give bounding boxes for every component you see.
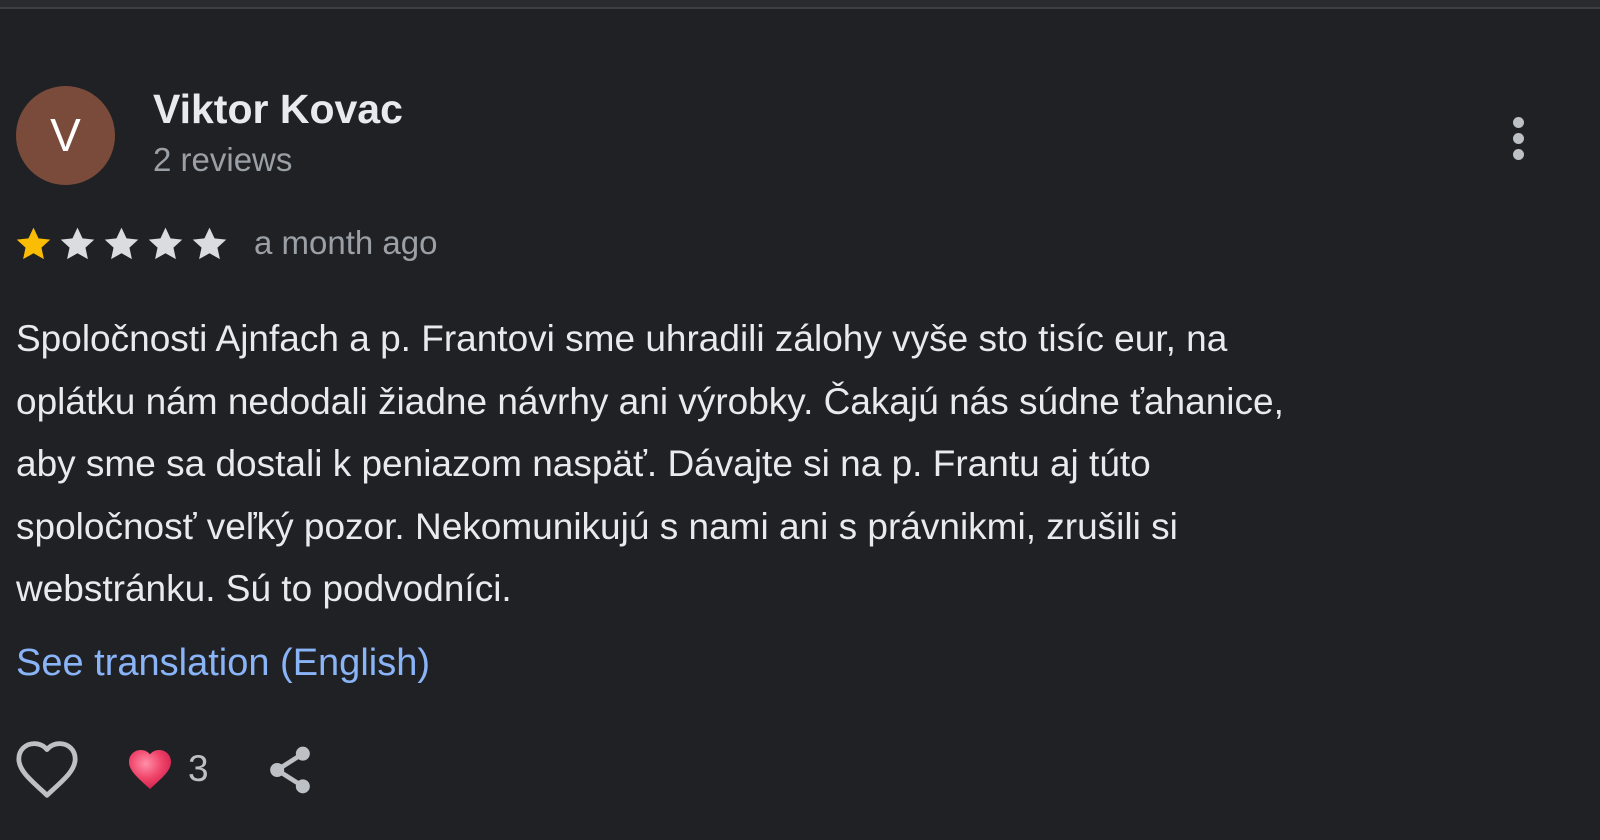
reaction-summary[interactable]: 3 [126,746,209,792]
star-empty-icon [104,227,139,260]
more-vert-icon [1512,116,1524,128]
star-empty-icon [148,227,183,260]
star-rating [14,225,229,265]
star-empty-icon [192,227,227,260]
review-date: a month ago [254,224,438,261]
review-count[interactable]: 2 reviews [153,141,292,179]
review-text-line: aby sme sa dostali k peniazom naspäť. Dá… [16,443,1151,484]
more-vert-icon-dot [1512,132,1524,144]
star-filled-icon [16,227,51,260]
review-text-line: spoločnosť veľký pozor. Nekomunikujú s n… [16,505,1178,547]
review-text-line: Spoločnosti Ajnfach a p. Frantovi sme uh… [16,318,1228,359]
heart-outline-icon [16,741,78,798]
reviewer-name[interactable]: Viktor Kovac [153,86,403,133]
share-icon [270,746,310,794]
like-button[interactable] [12,738,82,800]
share-button[interactable] [262,742,318,798]
top-divider [0,0,1600,9]
review-text-line: webstránku. Sú to podvodníci. [16,568,512,609]
reaction-count: 3 [188,748,209,789]
more-options-button[interactable] [1490,105,1546,171]
review-text: Spoločnosti Ajnfach a p. Frantovi sme uh… [16,308,1556,621]
review-text-line: oplátku nám nedodali žiadne návrhy ani v… [16,380,1284,422]
star-empty-icon [60,227,95,260]
avatar[interactable]: V [16,86,115,185]
see-translation-link[interactable]: See translation (English) [16,642,430,685]
more-vert-icon-dot [1512,148,1524,160]
heart-filled-icon [129,750,171,789]
